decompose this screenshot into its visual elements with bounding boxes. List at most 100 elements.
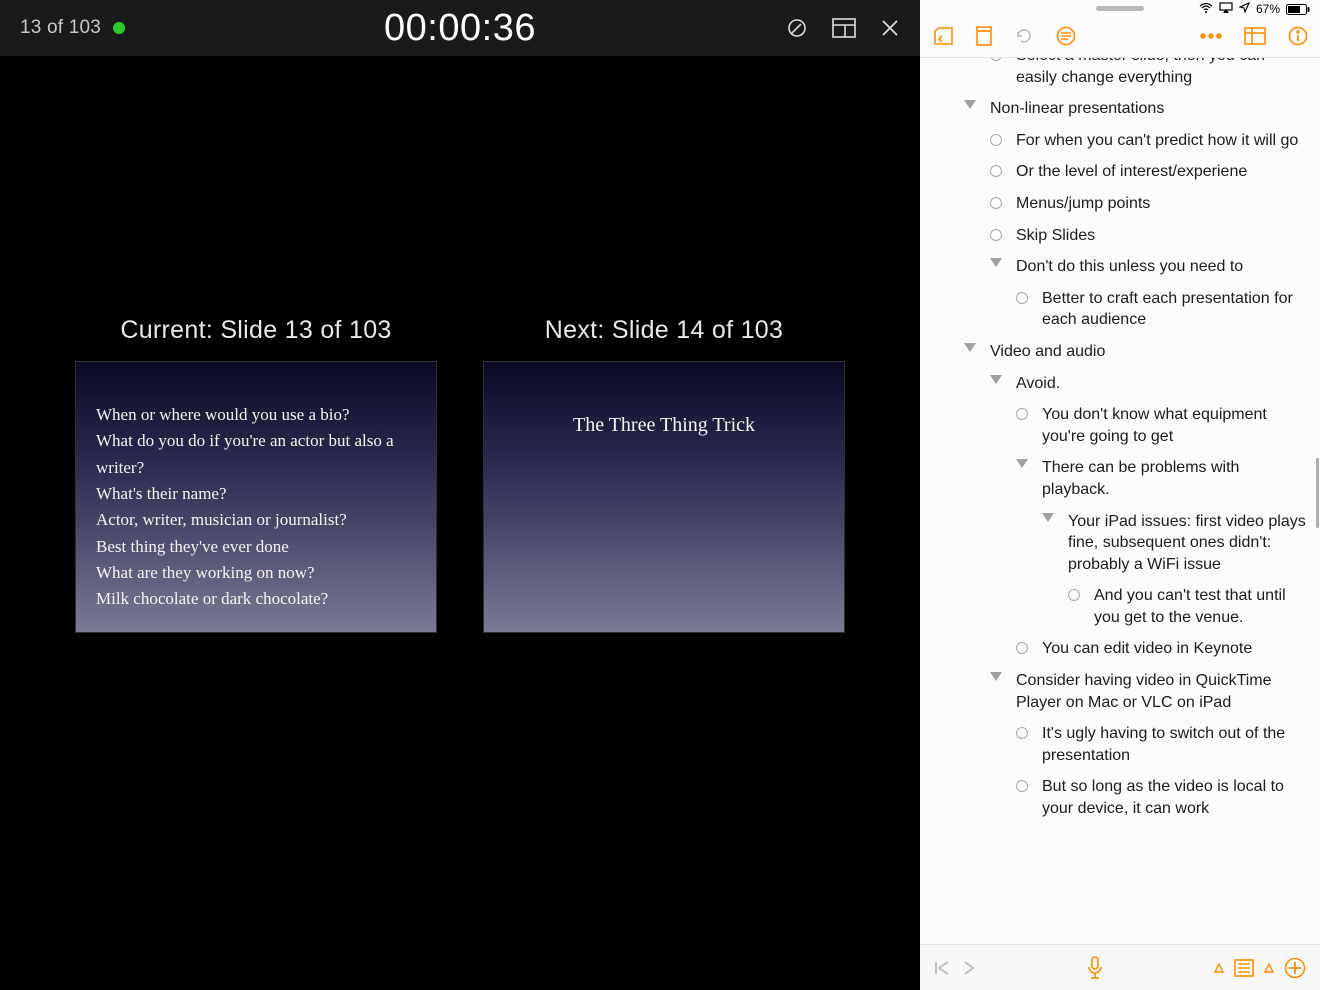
outline-row[interactable]: There can be problems with playback. — [920, 452, 1320, 505]
outline-row[interactable]: Better to craft each presentation for ea… — [920, 283, 1320, 336]
outline-row-text[interactable]: Avoid. — [1008, 373, 1306, 395]
more-icon[interactable] — [1200, 33, 1222, 39]
outline-row-text[interactable]: Video and audio — [982, 341, 1306, 363]
outline-row-text[interactable]: Non-linear presentations — [982, 98, 1306, 120]
slide-counter: 13 of 103 — [20, 17, 101, 39]
current-slide-label: Current: Slide 13 of 103 — [120, 316, 391, 345]
outline-row[interactable]: For when you can't predict how it will g… — [920, 125, 1320, 157]
row-bullet-icon[interactable] — [1062, 585, 1086, 601]
outline-row-text[interactable]: Better to craft each presentation for ea… — [1034, 288, 1306, 331]
row-bullet-icon[interactable] — [1010, 288, 1034, 304]
disclosure-triangle-icon[interactable] — [984, 256, 1008, 267]
scroll-indicator[interactable] — [1316, 458, 1319, 528]
info-icon[interactable] — [1288, 26, 1308, 46]
presenter-header: 13 of 103 00:00:36 — [0, 0, 920, 56]
columns-icon[interactable] — [1244, 27, 1266, 45]
home-indicator[interactable] — [1096, 6, 1144, 11]
outline-row-text[interactable]: But so long as the video is local to you… — [1034, 776, 1306, 819]
slide-line: What do you do if you're an actor but al… — [96, 428, 416, 481]
outline-row-text[interactable]: Your iPad issues: first video plays fine… — [1060, 511, 1306, 576]
close-icon[interactable] — [880, 18, 900, 38]
next-slide-label: Next: Slide 14 of 103 — [545, 316, 783, 345]
outline-row-text[interactable]: Select a master slide, then you can easi… — [1008, 58, 1306, 88]
row-bullet-icon[interactable] — [1010, 723, 1034, 739]
annotate-icon[interactable] — [786, 17, 808, 39]
current-slide-column: Current: Slide 13 of 103 When or where w… — [75, 316, 437, 633]
note-indicator-icon[interactable] — [1214, 963, 1224, 973]
outline-row-text[interactable]: You don't know what equipment you're goi… — [1034, 404, 1306, 447]
row-bullet-icon[interactable] — [984, 161, 1008, 177]
slide-line: What are they working on now? — [96, 560, 416, 586]
outline-row[interactable]: Consider having video in QuickTime Playe… — [920, 665, 1320, 718]
outline-row-text[interactable]: Skip Slides — [1008, 225, 1306, 247]
slide-title: The Three Thing Trick — [573, 414, 755, 437]
outliner-toolbar — [920, 18, 1320, 58]
microphone-icon[interactable] — [1086, 956, 1104, 980]
recording-indicator-icon — [113, 22, 125, 34]
outline-body[interactable]: Select a master slide, then you can easi… — [920, 58, 1320, 944]
outline-row-text[interactable]: Consider having video in QuickTime Playe… — [1008, 670, 1306, 713]
outline-row-text[interactable]: And you can't test that until you get to… — [1086, 585, 1306, 628]
outline-row-text[interactable]: For when you can't predict how it will g… — [1008, 130, 1306, 152]
outline-row[interactable]: Video and audio — [920, 336, 1320, 368]
disclosure-triangle-icon[interactable] — [1036, 511, 1060, 522]
next-slide-thumbnail[interactable]: The Three Thing Trick — [483, 361, 845, 633]
current-slide-thumbnail[interactable]: When or where would you use a bio? What … — [75, 361, 437, 633]
layout-icon[interactable] — [832, 18, 856, 38]
prev-start-icon[interactable] — [934, 960, 952, 976]
row-bullet-icon[interactable] — [984, 130, 1008, 146]
outline-row-text[interactable]: Don't do this unless you need to — [1008, 256, 1306, 278]
slide-line: Best thing they've ever done — [96, 534, 416, 560]
outline-row-text[interactable]: There can be problems with playback. — [1034, 457, 1306, 500]
outline-row[interactable]: And you can't test that until you get to… — [920, 580, 1320, 633]
battery-percentage: 67% — [1256, 2, 1280, 16]
undo-icon[interactable] — [1014, 26, 1034, 46]
outline-row[interactable]: But so long as the video is local to you… — [920, 771, 1320, 824]
outline-style-icon[interactable] — [1056, 26, 1076, 46]
outline-row[interactable]: Non-linear presentations — [920, 93, 1320, 125]
row-bullet-icon[interactable] — [1010, 638, 1034, 654]
slides-area: Current: Slide 13 of 103 When or where w… — [0, 56, 920, 633]
outline-row[interactable]: Select a master slide, then you can easi… — [920, 58, 1320, 93]
next-icon[interactable] — [962, 960, 976, 976]
outline-row-text[interactable]: Menus/jump points — [1008, 193, 1306, 215]
outline-row[interactable]: Avoid. — [920, 368, 1320, 400]
slide-line: Actor, writer, musician or journalist? — [96, 507, 416, 533]
disclosure-triangle-icon[interactable] — [1010, 457, 1034, 468]
row-bullet-icon[interactable] — [984, 225, 1008, 241]
disclosure-triangle-icon[interactable] — [958, 341, 982, 352]
row-bullet-icon[interactable] — [1010, 776, 1034, 792]
presentation-timer[interactable]: 00:00:36 — [384, 7, 536, 50]
slide-line: What's their name? — [96, 481, 416, 507]
outliner-app: 67% Select a master slide, then you can … — [920, 0, 1320, 990]
outline-row[interactable]: Your iPad issues: first video plays fine… — [920, 506, 1320, 581]
outline-row-text[interactable]: Or the level of interest/experiene — [1008, 161, 1306, 183]
notes-panel-icon[interactable] — [1234, 959, 1254, 977]
outline-row-text[interactable]: It's ugly having to switch out of the pr… — [1034, 723, 1306, 766]
outline-row[interactable]: Menus/jump points — [920, 188, 1320, 220]
battery-icon — [1286, 4, 1310, 15]
row-bullet-icon[interactable] — [984, 58, 1008, 61]
presenter-view: 13 of 103 00:00:36 Current: Slide 13 of … — [0, 0, 920, 990]
document-icon[interactable] — [976, 26, 992, 46]
disclosure-triangle-icon[interactable] — [958, 98, 982, 109]
outline-row[interactable]: You don't know what equipment you're goi… — [920, 399, 1320, 452]
location-icon — [1239, 2, 1250, 16]
documents-back-icon[interactable] — [932, 27, 954, 45]
row-bullet-icon[interactable] — [1010, 404, 1034, 420]
outline-row[interactable]: Or the level of interest/experiene — [920, 156, 1320, 188]
add-row-icon[interactable] — [1284, 957, 1306, 979]
outline-row[interactable]: You can edit video in Keynote — [920, 633, 1320, 665]
add-indicator-icon[interactable] — [1264, 963, 1274, 973]
outline-row[interactable]: Don't do this unless you need to — [920, 251, 1320, 283]
next-slide-column: Next: Slide 14 of 103 The Three Thing Tr… — [483, 316, 845, 633]
disclosure-triangle-icon[interactable] — [984, 373, 1008, 384]
disclosure-triangle-icon[interactable] — [984, 670, 1008, 681]
slide-line: When or where would you use a bio? — [96, 402, 416, 428]
outline-row[interactable]: Skip Slides — [920, 220, 1320, 252]
slide-line: Milk chocolate or dark chocolate? — [96, 586, 416, 612]
airplay-icon — [1219, 2, 1233, 16]
outline-row-text[interactable]: You can edit video in Keynote — [1034, 638, 1306, 660]
outline-row[interactable]: It's ugly having to switch out of the pr… — [920, 718, 1320, 771]
row-bullet-icon[interactable] — [984, 193, 1008, 209]
